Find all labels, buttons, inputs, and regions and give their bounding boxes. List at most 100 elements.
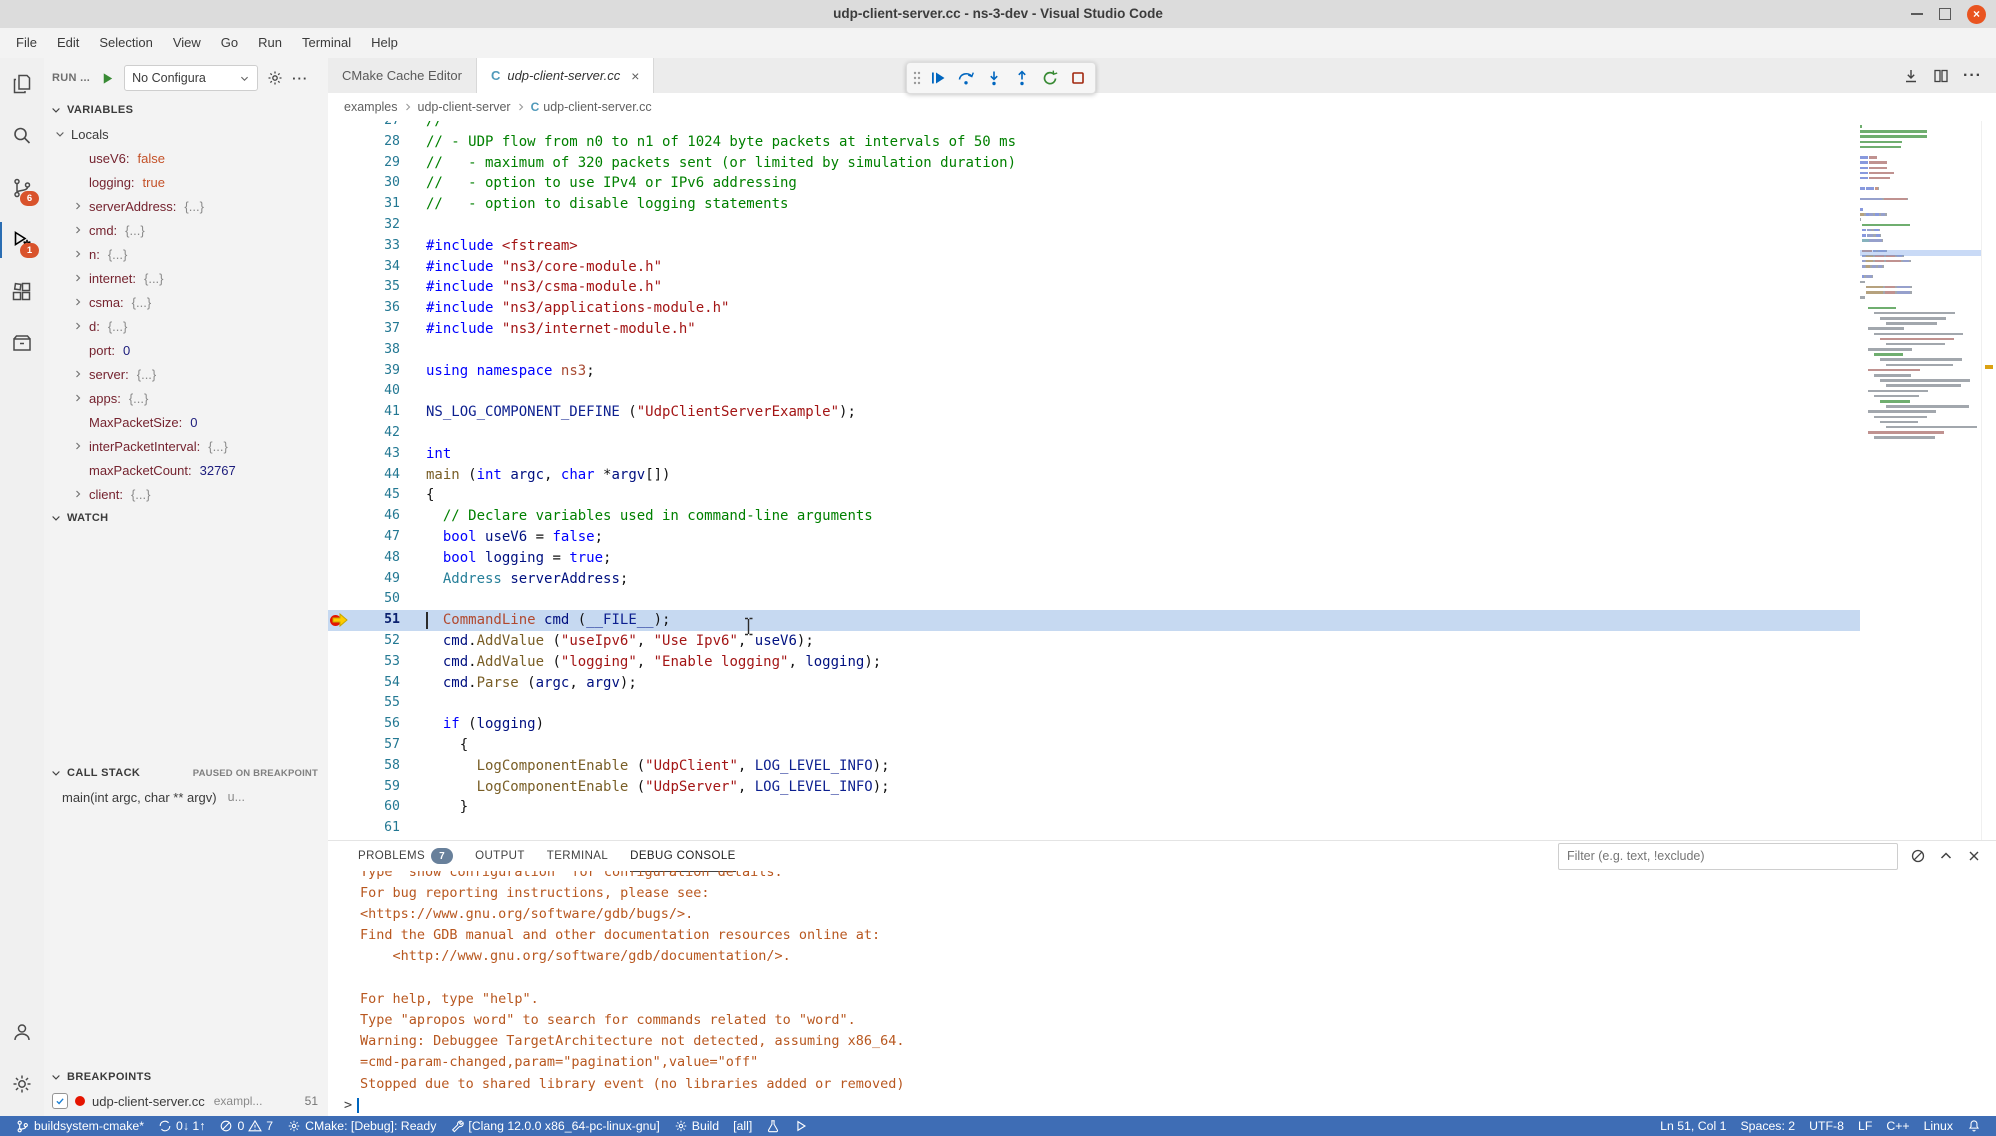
arrow-down-icon[interactable] [1903,68,1919,84]
stack-frame-row[interactable]: main(int argc, char ** argv) u... [44,785,328,809]
code-line[interactable]: 34#include "ns3/core-module.h" [328,257,1860,278]
breakpoint-margin[interactable] [328,361,350,382]
tab-debug-console[interactable]: DEBUG CONSOLE [630,841,736,872]
breakpoint-margin[interactable] [328,340,350,361]
chevron-right-icon[interactable] [70,438,86,454]
code-line[interactable]: 60 } [328,797,1860,818]
code-line[interactable]: 32 [328,215,1860,236]
variable-row[interactable]: maxPacketCount:32767 [44,458,328,482]
step-over-button[interactable] [953,65,979,91]
chevron-right-icon[interactable] [70,198,86,214]
breakpoint-margin[interactable] [328,631,350,652]
sidebar-item-explorer[interactable] [0,58,44,110]
menu-run[interactable]: Run [248,31,292,55]
breakpoint-margin[interactable] [328,652,350,673]
chevron-right-icon[interactable] [70,222,86,238]
breakpoint-margin[interactable] [328,319,350,340]
menu-view[interactable]: View [163,31,211,55]
chevron-right-icon[interactable] [70,486,86,502]
debug-console-output[interactable]: Type "show configuration" for configurat… [328,871,1996,1116]
chevron-right-icon[interactable] [70,366,86,382]
code-line[interactable]: 40 [328,381,1860,402]
breakpoint-margin[interactable] [328,298,350,319]
variable-row[interactable]: client:{...} [44,482,328,506]
scope-locals[interactable]: Locals [44,122,328,146]
variable-row[interactable]: port:0 [44,338,328,362]
menu-terminal[interactable]: Terminal [292,31,361,55]
breakpoint-margin[interactable] [328,402,350,423]
code-line[interactable]: 39using namespace ns3; [328,361,1860,382]
variable-row[interactable]: d:{...} [44,314,328,338]
drag-handle-icon[interactable] [911,65,923,91]
breakpoint-margin[interactable] [328,818,350,839]
code-line[interactable]: 27// [328,121,1860,132]
git-branch-item[interactable]: buildsystem-cmake* [8,1116,151,1136]
variable-row[interactable]: internet:{...} [44,266,328,290]
menu-edit[interactable]: Edit [47,31,89,55]
code-line[interactable]: 41NS_LOG_COMPONENT_DEFINE ("UdpClientSer… [328,402,1860,423]
tab-terminal[interactable]: TERMINAL [547,841,608,871]
code-line[interactable]: 56 if (logging) [328,714,1860,735]
sidebar-item-run-debug[interactable]: 1 [0,214,44,266]
code-line[interactable]: 61 [328,818,1860,839]
close-window-button[interactable]: × [1967,5,1986,24]
variable-row[interactable]: apps:{...} [44,386,328,410]
sidebar-item-search[interactable] [0,110,44,162]
encoding-item[interactable]: UTF-8 [1802,1116,1851,1136]
variable-row[interactable]: n:{...} [44,242,328,266]
code-line[interactable]: 45{ [328,485,1860,506]
breakpoint-margin[interactable] [328,121,350,132]
chevron-right-icon[interactable] [70,318,86,334]
remote-os-item[interactable]: Linux [1917,1116,1960,1136]
variable-row[interactable]: MaxPacketSize:0 [44,410,328,434]
code-line[interactable]: 55 [328,693,1860,714]
breakpoint-margin[interactable] [328,153,350,174]
cmake-kit-item[interactable]: [Clang 12.0.0 x86_64-pc-linux-gnu] [443,1116,666,1136]
breakpoint-margin[interactable] [328,277,350,298]
menu-help[interactable]: Help [361,31,408,55]
indentation-item[interactable]: Spaces: 2 [1733,1116,1802,1136]
cmake-build-button[interactable]: Build [667,1116,726,1136]
menu-selection[interactable]: Selection [89,31,162,55]
tab-problems[interactable]: PROBLEMS 7 [358,841,453,871]
variable-row[interactable]: interPacketInterval:{...} [44,434,328,458]
menu-go[interactable]: Go [211,31,248,55]
chevron-right-icon[interactable] [70,294,86,310]
breakpoint-margin[interactable] [328,714,350,735]
cursor-position-item[interactable]: Ln 51, Col 1 [1653,1116,1733,1136]
breakpoint-margin[interactable] [328,381,350,402]
console-prompt[interactable]: > [328,1095,1996,1116]
breakpoint-margin[interactable] [328,444,350,465]
code-line[interactable]: 31// - option to disable logging stateme… [328,194,1860,215]
code-line[interactable]: 47 bool useV6 = false; [328,527,1860,548]
manage-button[interactable] [0,1058,44,1110]
chevron-up-icon[interactable] [1938,848,1954,864]
ctest-item[interactable] [759,1116,787,1136]
code-line[interactable]: 57 { [328,735,1860,756]
code-line[interactable]: 52 cmd.AddValue ("useIpv6", "Use Ipv6", … [328,631,1860,652]
menu-file[interactable]: File [6,31,47,55]
cmake-status-item[interactable]: CMake: [Debug]: Ready [280,1116,443,1136]
sidebar-item-remote-explorer[interactable] [0,318,44,370]
breakpoint-margin[interactable] [328,485,350,506]
variable-row[interactable]: csma:{...} [44,290,328,314]
stop-button[interactable] [1065,65,1091,91]
step-into-button[interactable] [981,65,1007,91]
notifications-item[interactable] [1960,1116,1988,1136]
sidebar-item-source-control[interactable]: 6 [0,162,44,214]
breakpoint-margin[interactable] [328,173,350,194]
code-line[interactable]: 59 LogComponentEnable ("UdpServer", LOG_… [328,777,1860,798]
code-line[interactable]: 53 cmd.AddValue ("logging", "Enable logg… [328,652,1860,673]
code-line[interactable]: 35#include "ns3/csma-module.h" [328,277,1860,298]
more-actions-icon[interactable]: ··· [292,71,308,86]
code-line[interactable]: 42 [328,423,1860,444]
breakpoint-margin[interactable] [328,236,350,257]
maximize-icon[interactable] [1939,8,1951,20]
code-line[interactable]: 29// - maximum of 320 packets sent (or l… [328,153,1860,174]
chevron-right-icon[interactable] [70,270,86,286]
git-sync-item[interactable]: 0↓ 1↑ [151,1116,212,1136]
build-target-item[interactable]: [all] [726,1116,759,1136]
breakpoints-header[interactable]: BREAKPOINTS [44,1065,328,1089]
breakpoint-checkbox[interactable] [52,1093,68,1109]
breadcrumb-item[interactable]: udp-client-server.cc [543,100,651,114]
